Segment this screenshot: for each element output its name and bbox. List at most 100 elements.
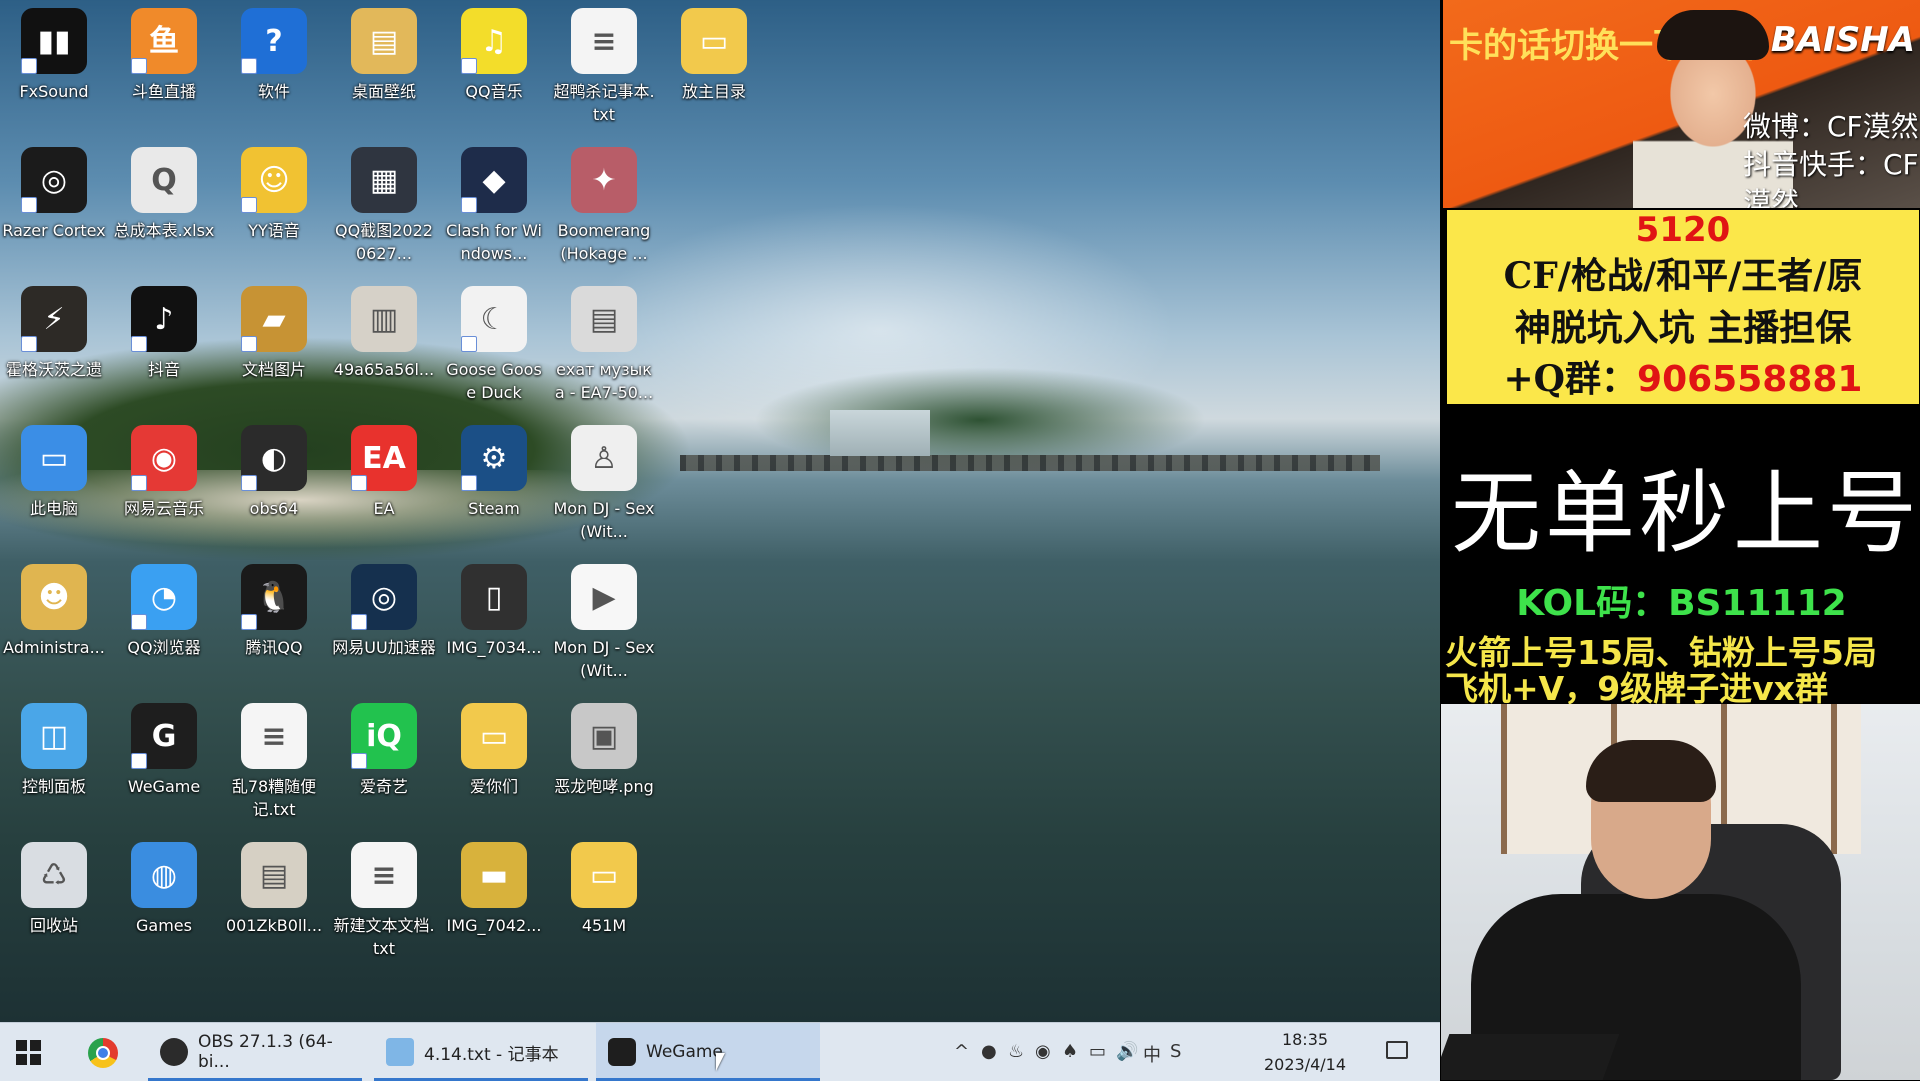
windows-start-icon[interactable] — [16, 1040, 42, 1066]
desktop-icon[interactable]: ♙ Mon DJ - Sex (Wit... — [552, 417, 656, 547]
desktop-icon[interactable]: ☺ YY语音 — [222, 139, 326, 269]
desktop-icon[interactable]: ▭ 451M — [552, 834, 656, 964]
qq-prefix: +Q群： — [1503, 358, 1638, 400]
tray-icon[interactable]: 🔊 — [1116, 1041, 1138, 1062]
tray-icon[interactable]: S — [1170, 1041, 1181, 1062]
tray-icon[interactable]: ^ — [954, 1041, 969, 1062]
desktop-icon[interactable]: ▤ ехат музык а - EA7-50... — [552, 278, 656, 408]
desktop-icon-label: Clash for Windows... — [446, 221, 542, 263]
desktop-icon-label: Steam — [468, 499, 520, 518]
notepad-icon — [386, 1038, 414, 1066]
app-icon: ▯ — [461, 564, 527, 630]
desktop-icon[interactable]: ▶ Mon DJ - Sex (Wit... — [552, 556, 656, 686]
app-icon: ▬ — [461, 842, 527, 908]
desktop-icon-label: 回收站 — [29, 916, 78, 935]
desktop-icon[interactable]: ▤ 桌面壁纸 — [332, 0, 436, 130]
desktop-icon-label: 001ZkB0ll... — [225, 916, 323, 935]
desktop-icon[interactable]: iQ 爱奇艺 — [332, 695, 436, 825]
desktop-icon[interactable]: ☾ Goose Goose Duck — [442, 278, 546, 408]
desktop-icon[interactable]: ≡ 新建文本文档.txt — [332, 834, 436, 964]
desktop-icon-label: 恶龙咆哮.png — [554, 777, 654, 796]
app-icon: ▣ — [571, 703, 637, 769]
desktop-icon[interactable]: ⚙ Steam — [442, 417, 546, 547]
app-icon: ◆ — [461, 147, 527, 213]
desktop-icon-label: FxSound — [19, 82, 89, 101]
taskbar-clock[interactable]: 18:35 2023/4/14 — [1255, 1027, 1355, 1077]
promo-number: 5120 — [1635, 210, 1731, 250]
desktop-icon-label: Goose Goose Duck — [446, 360, 542, 402]
desktop-icon[interactable]: ✦ Boomerang (Hokage ... — [552, 139, 656, 269]
notification-center-icon[interactable] — [1386, 1041, 1408, 1059]
desktop-icon[interactable]: EA EA — [332, 417, 436, 547]
desktop-icon-label: 抖音 — [147, 360, 180, 379]
app-icon: ▮▮ — [21, 8, 87, 74]
desktop-icon[interactable]: ◐ obs64 — [222, 417, 326, 547]
desktop-icon[interactable]: ? 软件 — [222, 0, 326, 130]
desktop-icon[interactable]: ⚡ 霍格沃茨之遗 — [2, 278, 106, 408]
desktop-icon[interactable]: ◫ 控制面板 — [2, 695, 106, 825]
desktop-icon[interactable]: ◎ Razer Cortex — [2, 139, 106, 269]
app-icon: ▤ — [241, 842, 307, 908]
desktop-icon[interactable]: ▰ 文档图片 — [222, 278, 326, 408]
desktop-icon[interactable]: ▣ 恶龙咆哮.png — [552, 695, 656, 825]
desktop-icon[interactable]: ▭ 放主目录 — [662, 0, 766, 130]
desktop-icon[interactable]: ◆ Clash for Windows... — [442, 139, 546, 269]
desktop-icon-label: YY语音 — [248, 221, 300, 240]
desktop-icon[interactable]: ≡ 超鸭杀记事本.txt — [552, 0, 656, 130]
desktop-icon[interactable]: Q 总成本表.xlsx — [112, 139, 216, 269]
clock-date: 2023/4/14 — [1263, 1055, 1347, 1074]
tray-icon[interactable]: ♠ — [1062, 1041, 1078, 1062]
desktop-icon[interactable]: 鱼斗鱼直播 — [112, 0, 216, 130]
desktop-icon[interactable]: ◎ 网易UU加速器 — [332, 556, 436, 686]
app-icon: ◔ — [131, 564, 197, 630]
desktop-icon[interactable]: ♺ 回收站 — [2, 834, 106, 964]
desktop-icon[interactable]: ◉ 网易云音乐 — [112, 417, 216, 547]
desktop-icon[interactable]: 🐧 腾讯QQ — [222, 556, 326, 686]
desktop-icon[interactable]: ☻ Administra... — [2, 556, 106, 686]
wallpaper-hut — [830, 410, 930, 456]
clock-time: 18:35 — [1281, 1030, 1329, 1049]
desktop-icon[interactable]: ▬ IMG_7042... — [442, 834, 546, 964]
desktop-icon[interactable]: ▮▮ FxSound — [2, 0, 106, 130]
desktop-icon[interactable]: ♪ 抖音 — [112, 278, 216, 408]
desktop-icon[interactable]: ▥ 49a65a56l... — [332, 278, 436, 408]
desktop-icon-label: 桌面壁纸 — [351, 82, 416, 101]
app-icon: ♙ — [571, 425, 637, 491]
obs-icon — [160, 1038, 188, 1066]
app-icon: ≡ — [351, 842, 417, 908]
desktop-wallpaper: ▮▮ FxSound 鱼斗鱼直播? 软件 ▤ 桌面壁纸 ♫ QQ音乐 ≡ 超鸭杀记事本.txt ▭ 放… — [0, 0, 1440, 1022]
desktop-icon[interactable]: ▭ 此电脑 — [2, 417, 106, 547]
desktop-icon[interactable]: ◔ QQ浏览器 — [112, 556, 216, 686]
wegame-icon — [608, 1038, 636, 1066]
tray-icon[interactable]: ♨ — [1008, 1041, 1024, 1062]
desktop-icon[interactable]: ▤ 001ZkB0ll... — [222, 834, 326, 964]
app-icon: EA — [351, 425, 417, 491]
app-icon: ◎ — [351, 564, 417, 630]
app-icon: ◫ — [21, 703, 87, 769]
webcam-person-hair — [1586, 740, 1716, 802]
desktop-icon-label: Boomerang (Hokage ... — [557, 221, 651, 263]
taskbar-app-notepad[interactable]: 4.14.txt - 记事本 — [374, 1023, 588, 1081]
desktop-icon[interactable]: ▭ 爱你们 — [442, 695, 546, 825]
desktop-icon[interactable]: ▯ IMG_7034... — [442, 556, 546, 686]
app-icon: ▭ — [461, 703, 527, 769]
desktop-icon[interactable]: ♫ QQ音乐 — [442, 0, 546, 130]
tray-icon[interactable]: 中 — [1143, 1041, 1161, 1067]
desktop-icon[interactable]: G WeGame — [112, 695, 216, 825]
desktop-icon-label: Games — [136, 916, 192, 935]
desktop-icon[interactable]: ≡ 乱78糟随便记.txt — [222, 695, 326, 825]
desktop-icon-label: 超鸭杀记事本.txt — [553, 82, 655, 124]
app-icon: ▤ — [351, 8, 417, 74]
tray-icon[interactable]: ◉ — [1035, 1041, 1051, 1062]
mouse-cursor-icon — [716, 1053, 725, 1071]
webcam-feed — [1441, 704, 1920, 1080]
desktop-icon[interactable]: ◍ Games — [112, 834, 216, 964]
taskbar-app-obs[interactable]: OBS 27.1.3 (64-bi... — [148, 1023, 362, 1081]
taskbar-app-wegame[interactable]: WeGame — [596, 1023, 820, 1081]
tray-icon[interactable]: ▭ — [1089, 1041, 1106, 1062]
app-icon: ▤ — [571, 286, 637, 352]
app-icon: 鱼 — [131, 8, 197, 74]
desktop-icon[interactable]: ▦ QQ截图20220627... — [332, 139, 436, 269]
tray-icon[interactable]: ● — [981, 1041, 997, 1062]
chrome-taskbar-icon[interactable] — [88, 1038, 118, 1068]
